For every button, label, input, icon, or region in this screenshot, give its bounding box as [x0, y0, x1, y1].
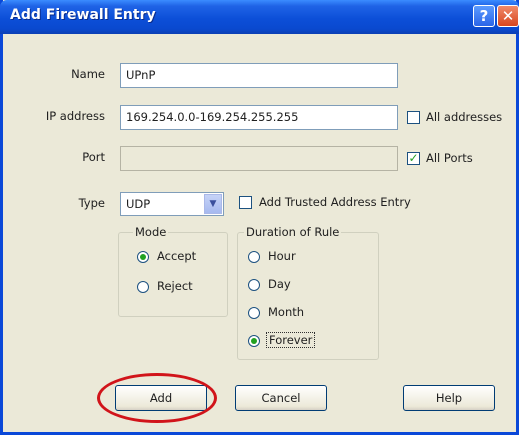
mode-reject-radio[interactable]: [137, 281, 149, 293]
duration-month-label: Month: [268, 305, 305, 319]
mode-accept-label: Accept: [157, 249, 197, 263]
mode-group-title: Mode: [133, 225, 169, 239]
port-field[interactable]: [120, 146, 398, 171]
duration-hour-radio[interactable]: [248, 251, 260, 263]
duration-forever-radio[interactable]: [248, 335, 260, 347]
title-bar[interactable]: Add Firewall Entry ? ✕: [0, 0, 519, 34]
chevron-down-icon[interactable]: ▼: [204, 194, 222, 214]
window-title: Add Firewall Entry: [10, 7, 156, 23]
mode-reject-label: Reject: [157, 279, 193, 293]
type-label: Type: [78, 196, 105, 210]
ip-address-label: IP address: [45, 109, 105, 123]
all-addresses-checkbox[interactable]: [407, 111, 420, 124]
ip-address-field[interactable]: 169.254.0.0-169.254.255.255: [120, 105, 398, 130]
duration-month-radio[interactable]: [248, 307, 260, 319]
duration-group: Duration of Rule Hour Day Month Forever: [237, 225, 379, 360]
trusted-address-checkbox[interactable]: [239, 196, 252, 209]
all-ports-label: All Ports: [426, 151, 473, 165]
mode-group: Mode Accept Reject: [118, 225, 228, 317]
duration-group-title: Duration of Rule: [244, 225, 342, 239]
help-icon[interactable]: ?: [473, 5, 495, 27]
help-button[interactable]: Help: [403, 385, 495, 411]
duration-hour-label: Hour: [268, 249, 296, 263]
port-label: Port: [82, 150, 105, 164]
cancel-button[interactable]: Cancel: [235, 385, 327, 411]
add-firewall-entry-dialog: Add Firewall Entry ? ✕ Name UPnP IP addr…: [0, 0, 519, 435]
type-select[interactable]: UDP ▼: [120, 192, 224, 216]
duration-forever-label: Forever: [266, 332, 316, 348]
mode-accept-radio[interactable]: [137, 251, 149, 263]
duration-day-label: Day: [268, 277, 291, 291]
duration-day-radio[interactable]: [248, 279, 260, 291]
name-field[interactable]: UPnP: [120, 63, 398, 88]
close-icon[interactable]: ✕: [497, 5, 519, 27]
add-button[interactable]: Add: [115, 385, 207, 411]
all-ports-checkbox[interactable]: ✓: [407, 152, 420, 165]
type-select-value: UDP: [126, 197, 151, 211]
name-label: Name: [71, 67, 105, 81]
all-addresses-label: All addresses: [426, 110, 503, 124]
trusted-address-label: Add Trusted Address Entry: [259, 195, 411, 209]
